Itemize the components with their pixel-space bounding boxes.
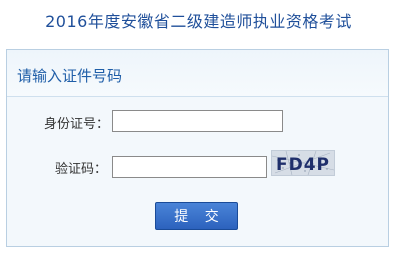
captcha-text: FD4P: [276, 155, 330, 175]
captcha-input[interactable]: [112, 156, 267, 178]
submit-button[interactable]: 提 交: [155, 202, 238, 230]
captcha-noise: FD4P: [272, 151, 334, 175]
id-number-input[interactable]: [112, 110, 283, 132]
panel-heading: 请输入证件号码: [17, 67, 123, 85]
id-number-label: 身份证号：: [44, 117, 110, 132]
captcha-image[interactable]: FD4P: [271, 150, 335, 176]
captcha-label: 验证码：: [55, 162, 108, 177]
page-title: 2016年度安徽省二级建造师执业资格考试: [45, 12, 352, 31]
panel-header: 请输入证件号码: [7, 50, 388, 97]
